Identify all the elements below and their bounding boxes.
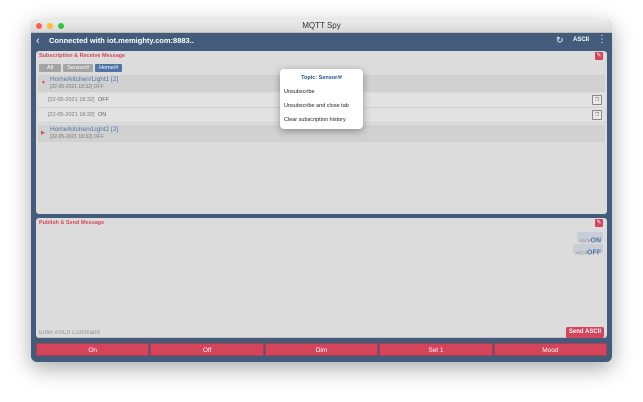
menu-item-unsubscribe[interactable]: Unsubscribe (284, 89, 315, 95)
title-bar: MQTT Spy (31, 20, 612, 33)
menu-item-unsubscribe-close[interactable]: Unsubscribe and close tab (284, 103, 349, 109)
topic-context-menu: Topic: Sensor/# Unsubscribe Unsubscribe … (280, 69, 363, 129)
popup-title: Topic: Sensor/# (301, 75, 342, 81)
window-title: MQTT Spy (302, 21, 341, 30)
menu-item-clear-history[interactable]: Clear subscription history (284, 117, 346, 123)
